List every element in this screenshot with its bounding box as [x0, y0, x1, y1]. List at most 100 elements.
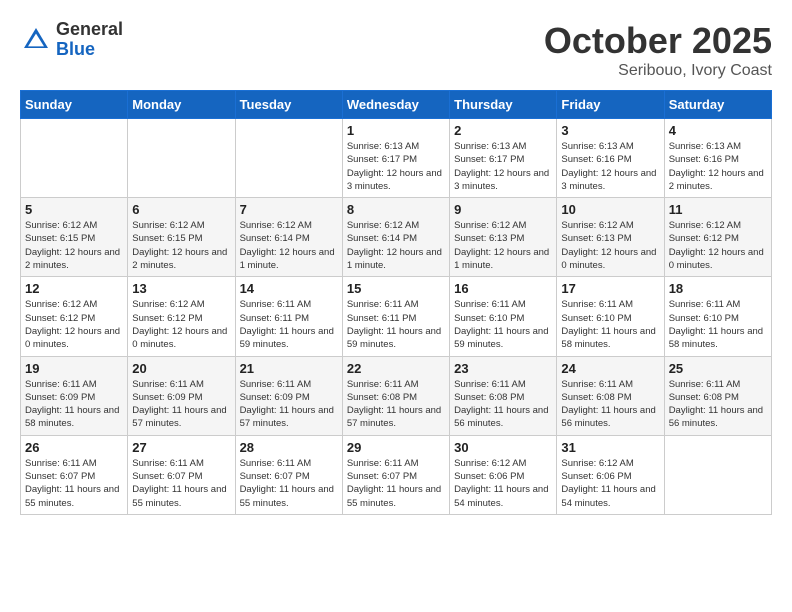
day-number: 31 — [561, 440, 659, 455]
day-info: Sunrise: 6:11 AMSunset: 6:07 PMDaylight:… — [347, 457, 445, 510]
calendar-week-row: 5 Sunrise: 6:12 AMSunset: 6:15 PMDaylight… — [21, 198, 772, 277]
day-info: Sunrise: 6:12 AMSunset: 6:14 PMDaylight:… — [240, 219, 338, 272]
day-number: 9 — [454, 202, 552, 217]
calendar-cell: 6 Sunrise: 6:12 AMSunset: 6:15 PMDaylight… — [128, 198, 235, 277]
day-info: Sunrise: 6:11 AMSunset: 6:08 PMDaylight:… — [454, 378, 552, 431]
day-number: 18 — [669, 281, 767, 296]
calendar-cell: 13Sunrise: 6:12 AMSunset: 6:12 PMDayligh… — [128, 277, 235, 356]
weekday-header: Thursday — [450, 91, 557, 119]
day-number: 15 — [347, 281, 445, 296]
calendar-cell: 11 Sunrise: 6:12 AMSunset: 6:12 PMDayligh… — [664, 198, 771, 277]
page-header: General Blue October 2025 Seribouo, Ivor… — [20, 20, 772, 80]
day-number: 11 — [669, 202, 767, 217]
calendar-cell: 27 Sunrise: 6:11 AMSunset: 6:07 PMDayligh… — [128, 435, 235, 514]
calendar-cell: 21 Sunrise: 6:11 AMSunset: 6:09 PMDayligh… — [235, 356, 342, 435]
logo: General Blue — [20, 20, 123, 60]
calendar-cell: 16 Sunrise: 6:11 AMSunset: 6:10 PMDayligh… — [450, 277, 557, 356]
calendar-cell: 18 Sunrise: 6:11 AMSunset: 6:10 PMDayligh… — [664, 277, 771, 356]
day-info: Sunrise: 6:11 AMSunset: 6:10 PMDaylight:… — [669, 298, 767, 351]
calendar-cell: 4 Sunrise: 6:13 AMSunset: 6:16 PMDaylight… — [664, 119, 771, 198]
day-info: Sunrise: 6:11 AMSunset: 6:08 PMDaylight:… — [669, 378, 767, 431]
calendar-cell: 10 Sunrise: 6:12 AMSunset: 6:13 PMDayligh… — [557, 198, 664, 277]
calendar-cell — [235, 119, 342, 198]
day-number: 3 — [561, 123, 659, 138]
calendar-cell: 28 Sunrise: 6:11 AMSunset: 6:07 PMDayligh… — [235, 435, 342, 514]
calendar-cell: 15 Sunrise: 6:11 AMSunset: 6:11 PMDayligh… — [342, 277, 449, 356]
day-number: 27 — [132, 440, 230, 455]
weekday-header: Monday — [128, 91, 235, 119]
calendar-table: SundayMondayTuesdayWednesdayThursdayFrid… — [20, 90, 772, 515]
day-number: 24 — [561, 361, 659, 376]
day-info: Sunrise: 6:11 AMSunset: 6:09 PMDaylight:… — [240, 378, 338, 431]
calendar-header-row: SundayMondayTuesdayWednesdayThursdayFrid… — [21, 91, 772, 119]
day-number: 5 — [25, 202, 123, 217]
calendar-cell: 23 Sunrise: 6:11 AMSunset: 6:08 PMDayligh… — [450, 356, 557, 435]
weekday-header: Wednesday — [342, 91, 449, 119]
day-number: 2 — [454, 123, 552, 138]
day-number: 20 — [132, 361, 230, 376]
day-number: 25 — [669, 361, 767, 376]
calendar-cell: 3Sunrise: 6:13 AMSunset: 6:16 PMDaylight… — [557, 119, 664, 198]
weekday-header: Sunday — [21, 91, 128, 119]
day-number: 1 — [347, 123, 445, 138]
calendar-week-row: 19Sunrise: 6:11 AMSunset: 6:09 PMDayligh… — [21, 356, 772, 435]
logo-general: General — [56, 20, 123, 40]
day-number: 30 — [454, 440, 552, 455]
day-number: 21 — [240, 361, 338, 376]
day-number: 10 — [561, 202, 659, 217]
calendar-cell: 9 Sunrise: 6:12 AMSunset: 6:13 PMDaylight… — [450, 198, 557, 277]
weekday-header: Friday — [557, 91, 664, 119]
location-title: Seribouo, Ivory Coast — [544, 62, 772, 80]
day-number: 23 — [454, 361, 552, 376]
weekday-header: Saturday — [664, 91, 771, 119]
day-number: 29 — [347, 440, 445, 455]
calendar-cell: 8 Sunrise: 6:12 AMSunset: 6:14 PMDaylight… — [342, 198, 449, 277]
day-info: Sunrise: 6:12 AMSunset: 6:15 PMDaylight:… — [132, 219, 230, 272]
calendar-cell: 25 Sunrise: 6:11 AMSunset: 6:08 PMDayligh… — [664, 356, 771, 435]
day-info: Sunrise: 6:11 AMSunset: 6:10 PMDaylight:… — [561, 298, 659, 351]
calendar-week-row: 12 Sunrise: 6:12 AMSunset: 6:12 PMDayligh… — [21, 277, 772, 356]
day-info: Sunrise: 6:11 AMSunset: 6:11 PMDaylight:… — [240, 298, 338, 351]
calendar-cell: 29 Sunrise: 6:11 AMSunset: 6:07 PMDayligh… — [342, 435, 449, 514]
day-info: Sunrise: 6:13 AMSunset: 6:16 PMDaylight:… — [669, 140, 767, 193]
logo-text: General Blue — [56, 20, 123, 60]
day-number: 16 — [454, 281, 552, 296]
weekday-header: Tuesday — [235, 91, 342, 119]
calendar-cell: 14Sunrise: 6:11 AMSunset: 6:11 PMDayligh… — [235, 277, 342, 356]
day-info: Sunrise: 6:13 AMSunset: 6:17 PMDaylight:… — [454, 140, 552, 193]
day-number: 6 — [132, 202, 230, 217]
day-number: 8 — [347, 202, 445, 217]
day-info: Sunrise: 6:12 AMSunset: 6:12 PMDaylight:… — [669, 219, 767, 272]
calendar-cell — [128, 119, 235, 198]
day-info: Sunrise: 6:12 AMSunset: 6:13 PMDaylight:… — [454, 219, 552, 272]
day-info: Sunrise: 6:12 AMSunset: 6:14 PMDaylight:… — [347, 219, 445, 272]
calendar-cell — [21, 119, 128, 198]
calendar-cell: 30Sunrise: 6:12 AMSunset: 6:06 PMDayligh… — [450, 435, 557, 514]
calendar-cell: 1Sunrise: 6:13 AMSunset: 6:17 PMDaylight… — [342, 119, 449, 198]
day-number: 22 — [347, 361, 445, 376]
day-info: Sunrise: 6:11 AMSunset: 6:11 PMDaylight:… — [347, 298, 445, 351]
calendar-cell: 17 Sunrise: 6:11 AMSunset: 6:10 PMDayligh… — [557, 277, 664, 356]
calendar-week-row: 1 Sunrise: 6:13 AMSunset: 6:17 PMDaylight… — [21, 119, 772, 198]
logo-blue: Blue — [56, 40, 123, 60]
day-info: Sunrise: 6:11 AMSunset: 6:07 PMDaylight:… — [240, 457, 338, 510]
day-number: 17 — [561, 281, 659, 296]
calendar-cell — [664, 435, 771, 514]
calendar-cell: 2 Sunrise: 6:13 AMSunset: 6:17 PMDaylight… — [450, 119, 557, 198]
day-info: Sunrise: 6:11 AMSunset: 6:09 PMDaylight:… — [25, 378, 123, 431]
day-info: Sunrise: 6:11 AMSunset: 6:07 PMDaylight:… — [25, 457, 123, 510]
day-info: Sunrise: 6:12 AMSunset: 6:06 PMDaylight:… — [561, 457, 659, 510]
day-info: Sunrise: 6:11 AMSunset: 6:10 PMDaylight:… — [454, 298, 552, 351]
day-number: 28 — [240, 440, 338, 455]
day-info: Sunrise: 6:12 AMSunset: 6:13 PMDaylight:… — [561, 219, 659, 272]
day-info: Sunrise: 6:11 AMSunset: 6:09 PMDaylight:… — [132, 378, 230, 431]
day-number: 26 — [25, 440, 123, 455]
calendar-cell: 5Sunrise: 6:12 AMSunset: 6:15 PMDaylight… — [21, 198, 128, 277]
calendar-cell: 7Sunrise: 6:12 AMSunset: 6:14 PMDaylight… — [235, 198, 342, 277]
day-info: Sunrise: 6:11 AMSunset: 6:07 PMDaylight:… — [132, 457, 230, 510]
calendar-cell: 12 Sunrise: 6:12 AMSunset: 6:12 PMDayligh… — [21, 277, 128, 356]
day-info: Sunrise: 6:12 AMSunset: 6:12 PMDaylight:… — [25, 298, 123, 351]
day-number: 12 — [25, 281, 123, 296]
calendar-cell: 31 Sunrise: 6:12 AMSunset: 6:06 PMDayligh… — [557, 435, 664, 514]
day-number: 4 — [669, 123, 767, 138]
